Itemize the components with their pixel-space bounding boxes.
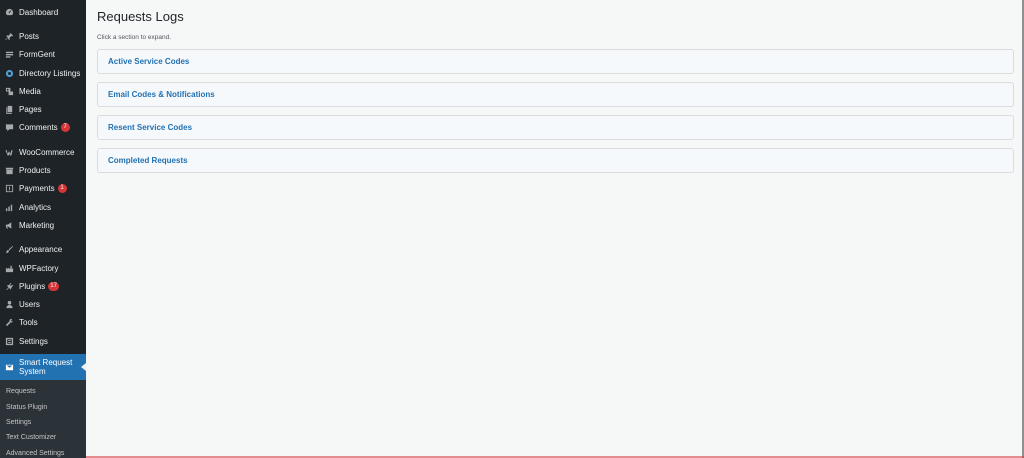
sidebar-item-label: Products	[19, 166, 51, 176]
form-icon	[5, 50, 14, 59]
sidebar-item-label: Settings	[19, 336, 48, 346]
section-title: Completed Requests	[108, 156, 188, 165]
brush-icon	[5, 245, 14, 254]
sidebar-item-formgent[interactable]: FormGent	[0, 46, 86, 64]
payments-icon	[5, 184, 14, 193]
sidebar-item-marketing[interactable]: Marketing	[0, 216, 86, 234]
section-title: Email Codes & Notifications	[108, 90, 215, 99]
sidebar-item-payments[interactable]: Payments 1	[0, 180, 86, 198]
section-resent-service-codes[interactable]: Resent Service Codes	[97, 115, 1014, 140]
sidebar-item-label: Users	[19, 300, 40, 310]
sidebar-item-directory-listings[interactable]: Directory Listings	[0, 64, 86, 82]
sidebar-item-label: Directory Listings	[19, 68, 81, 78]
sidebar-item-dashboard[interactable]: Dashboard	[0, 3, 86, 21]
submenu-item-requests[interactable]: Requests	[0, 384, 86, 399]
sidebar-item-label: Dashboard	[19, 7, 59, 17]
sidebar-item-label: Smart Request System	[19, 358, 73, 377]
listings-icon	[5, 69, 14, 78]
analytics-icon	[5, 203, 14, 212]
section-active-service-codes[interactable]: Active Service Codes	[97, 49, 1014, 74]
main-content: Requests Logs Click a section to expand.…	[86, 0, 1022, 458]
plugin-icon	[5, 282, 14, 291]
pin-icon	[5, 32, 14, 41]
media-icon	[5, 87, 14, 96]
sidebar-item-analytics[interactable]: Analytics	[0, 198, 86, 216]
comment-icon	[5, 123, 14, 132]
sidebar-item-users[interactable]: Users	[0, 295, 86, 313]
section-completed-requests[interactable]: Completed Requests	[97, 148, 1014, 173]
sidebar-item-settings[interactable]: Settings	[0, 332, 86, 350]
sidebar-item-label: Pages	[19, 105, 42, 115]
submenu-item-settings[interactable]: Settings	[0, 415, 86, 430]
mail-icon	[5, 363, 14, 372]
sidebar-item-label: Marketing	[19, 220, 55, 230]
sidebar-item-label: Plugins	[19, 281, 46, 291]
section-title: Active Service Codes	[108, 57, 190, 66]
section-title: Resent Service Codes	[108, 123, 193, 132]
woocommerce-icon	[5, 148, 14, 157]
sidebar-item-label: Payments	[19, 184, 55, 194]
sidebar-item-smart-request-system[interactable]: Smart Request System	[0, 354, 86, 381]
payments-count-badge: 1	[57, 184, 67, 194]
settings-icon	[5, 337, 14, 346]
dashboard-icon	[5, 8, 14, 17]
user-icon	[5, 300, 14, 309]
sidebar-item-woocommerce[interactable]: WooCommerce	[0, 143, 86, 161]
factory-icon	[5, 264, 14, 273]
page-title: Requests Logs	[97, 9, 184, 24]
sidebar-item-label: Appearance	[19, 245, 63, 255]
sidebar-item-tools[interactable]: Tools	[0, 314, 86, 332]
sidebar-item-label: WPFactory	[19, 263, 59, 273]
sidebar-item-wpfactory[interactable]: WPFactory	[0, 259, 86, 277]
submenu-item-status-plugin[interactable]: Status Plugin	[0, 400, 86, 415]
products-icon	[5, 166, 14, 175]
sidebar-item-plugins[interactable]: Plugins 17	[0, 277, 86, 295]
wrench-icon	[5, 318, 14, 327]
sidebar-item-products[interactable]: Products	[0, 161, 86, 179]
sidebar-item-label: Media	[19, 86, 41, 96]
sidebar-item-label: WooCommerce	[19, 147, 75, 157]
page-hint: Click a section to expand.	[97, 34, 172, 41]
sidebar-item-posts[interactable]: Posts	[0, 27, 86, 45]
megaphone-icon	[5, 221, 14, 230]
sidebar-item-label: Tools	[19, 318, 38, 328]
section-email-codes-notifications[interactable]: Email Codes & Notifications	[97, 82, 1014, 107]
comments-count-badge: 7	[60, 123, 70, 133]
sidebar-item-pages[interactable]: Pages	[0, 100, 86, 118]
submenu-item-text-customizer[interactable]: Text Customizer	[0, 430, 86, 445]
sidebar-item-label: Analytics	[19, 202, 52, 212]
plugins-count-badge: 17	[48, 281, 59, 291]
submenu-item-advanced-settings[interactable]: Advanced Settings	[0, 446, 86, 458]
sidebar-submenu: Requests Status Plugin Settings Text Cus…	[0, 380, 86, 458]
admin-sidebar: Dashboard Posts FormGent Directory Listi…	[0, 0, 86, 458]
pages-icon	[5, 105, 14, 115]
sidebar-item-appearance[interactable]: Appearance	[0, 241, 86, 259]
sidebar-item-label: Posts	[19, 31, 40, 41]
sidebar-item-label: FormGent	[19, 50, 56, 60]
sidebar-item-label: Comments	[19, 123, 58, 133]
sidebar-item-comments[interactable]: Comments 7	[0, 119, 86, 137]
sidebar-item-media[interactable]: Media	[0, 82, 86, 100]
